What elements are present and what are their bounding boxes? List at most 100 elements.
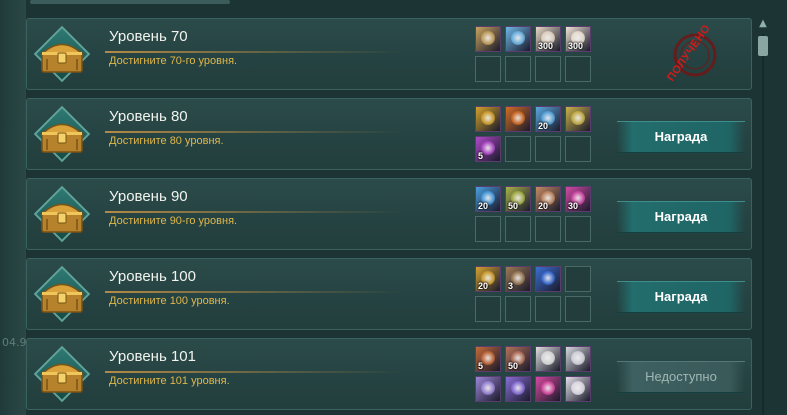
reward-item-grid: 20 50 20 30 <box>475 186 595 246</box>
item-slot <box>565 136 591 162</box>
item-shine <box>481 351 495 365</box>
item-slot <box>565 296 591 322</box>
item-shine <box>571 111 585 125</box>
item-slot <box>505 216 531 242</box>
gold-orb-item[interactable]: 20 <box>475 266 501 292</box>
reward-description: Достигните 70-го уровня. <box>109 55 238 67</box>
scroll-track[interactable] <box>762 34 764 415</box>
item-slot <box>535 296 561 322</box>
reward-level-title: Уровень 70 <box>109 28 188 45</box>
pink-book-item[interactable]: 30 <box>565 186 591 212</box>
purple-orb-item[interactable]: 5 <box>475 136 501 162</box>
item-slot <box>535 56 561 82</box>
purple-scroll-item[interactable] <box>565 106 591 132</box>
level-reward-list: Уровень 70 Достигните 70-го уровня. 300 300… <box>26 18 752 415</box>
item-shine <box>571 381 585 395</box>
title-underline <box>105 211 405 213</box>
blue-cube-item[interactable] <box>535 266 561 292</box>
reward-row: Уровень 90 Достигните 90-го уровня. 20 50 20… <box>26 178 752 250</box>
item-slot <box>505 136 531 162</box>
item-slot <box>475 56 501 82</box>
title-underline <box>105 371 405 373</box>
white-orb-item[interactable] <box>565 376 591 402</box>
item-shine <box>511 381 525 395</box>
item-quantity: 20 <box>538 201 549 211</box>
golden-mask-item[interactable] <box>475 26 501 52</box>
claim-reward-button[interactable]: Награда <box>617 281 745 313</box>
item-quantity: 30 <box>568 201 579 211</box>
item-slot <box>475 296 501 322</box>
item-slot <box>535 136 561 162</box>
reward-item-grid: 5 50 <box>475 346 595 406</box>
item-quantity: 5 <box>478 151 484 161</box>
item-slot <box>505 56 531 82</box>
treasure-chest-icon <box>39 277 85 315</box>
blue-crystal-item[interactable]: 20 <box>475 186 501 212</box>
item-shine <box>541 351 555 365</box>
item-shine <box>541 381 555 395</box>
red-scroll-item[interactable] <box>505 106 531 132</box>
item-shine <box>541 271 555 285</box>
reward-level-title: Уровень 101 <box>109 348 196 365</box>
item-quantity: 20 <box>478 281 489 291</box>
scroll-item[interactable]: 20 <box>535 186 561 212</box>
pearl-coin-item[interactable]: 300 <box>565 26 591 52</box>
chest-badge <box>31 185 93 245</box>
claimed-stamp: ПОЛУЧЕНО <box>655 22 723 85</box>
item-quantity: 3 <box>508 281 514 291</box>
treasure-chest-icon <box>39 197 85 235</box>
gold-scroll-item[interactable] <box>475 106 501 132</box>
blue-cloud-item[interactable] <box>505 26 531 52</box>
item-quantity: 300 <box>568 41 584 51</box>
item-shine <box>481 141 495 155</box>
item-quantity: 300 <box>538 41 554 51</box>
reward-row: Уровень 80 Достигните 80 уровня. 20 5 Наград… <box>26 98 752 170</box>
treasure-chest-item[interactable]: 3 <box>505 266 531 292</box>
item-shine <box>571 351 585 365</box>
purple-gem-item[interactable] <box>475 376 501 402</box>
claim-reward-button[interactable]: Награда <box>617 201 745 233</box>
reward-description: Достигните 100 уровня. <box>109 295 230 307</box>
chest-badge <box>31 25 93 85</box>
item-quantity: 20 <box>478 201 489 211</box>
item-slot <box>505 296 531 322</box>
white-orb-item[interactable] <box>535 346 561 372</box>
scroll-item[interactable]: 50 <box>505 346 531 372</box>
item-shine <box>511 271 525 285</box>
reward-description: Достигните 80 уровня. <box>109 135 224 147</box>
reward-description: Достигните 101 уровня. <box>109 375 230 387</box>
violet-gem-item[interactable] <box>505 376 531 402</box>
warrior-figure-item[interactable]: 5 <box>475 346 501 372</box>
title-underline <box>105 131 405 133</box>
chest-badge <box>31 105 93 165</box>
item-slot <box>475 216 501 242</box>
scroll-up-arrow-icon[interactable]: ▲ <box>757 18 769 30</box>
pearl-coin-item[interactable]: 300 <box>535 26 561 52</box>
item-slot <box>565 216 591 242</box>
reward-description: Достигните 90-го уровня. <box>109 215 238 227</box>
reward-level-title: Уровень 100 <box>109 268 196 285</box>
item-quantity: 20 <box>538 121 549 131</box>
treasure-chest-icon <box>39 117 85 155</box>
blue-crystal-item[interactable]: 20 <box>535 106 561 132</box>
pink-gem-item[interactable] <box>535 376 561 402</box>
reward-row: Уровень 101 Достигните 101 уровня. 5 50 Недо… <box>26 338 752 410</box>
scrollbar[interactable]: ▲ <box>757 18 769 415</box>
item-slot <box>565 266 591 292</box>
unavailable-button: Недоступно <box>617 361 745 393</box>
claim-reward-button[interactable]: Награда <box>617 121 745 153</box>
item-quantity: 5 <box>478 361 484 371</box>
reward-row: Уровень 100 Достигните 100 уровня. 20 3 Нагр… <box>26 258 752 330</box>
treasure-chest-icon <box>39 357 85 395</box>
title-underline <box>105 291 405 293</box>
scroll-thumb[interactable] <box>758 36 768 56</box>
item-slot <box>535 216 561 242</box>
white-orb-item[interactable] <box>565 346 591 372</box>
item-shine <box>481 111 495 125</box>
background-panel-left: 04.935 <box>0 0 41 415</box>
treasure-chest-icon <box>39 37 85 75</box>
item-shine <box>511 111 525 125</box>
item-slot <box>565 56 591 82</box>
item-quantity: 50 <box>508 201 519 211</box>
green-scroll-item[interactable]: 50 <box>505 186 531 212</box>
